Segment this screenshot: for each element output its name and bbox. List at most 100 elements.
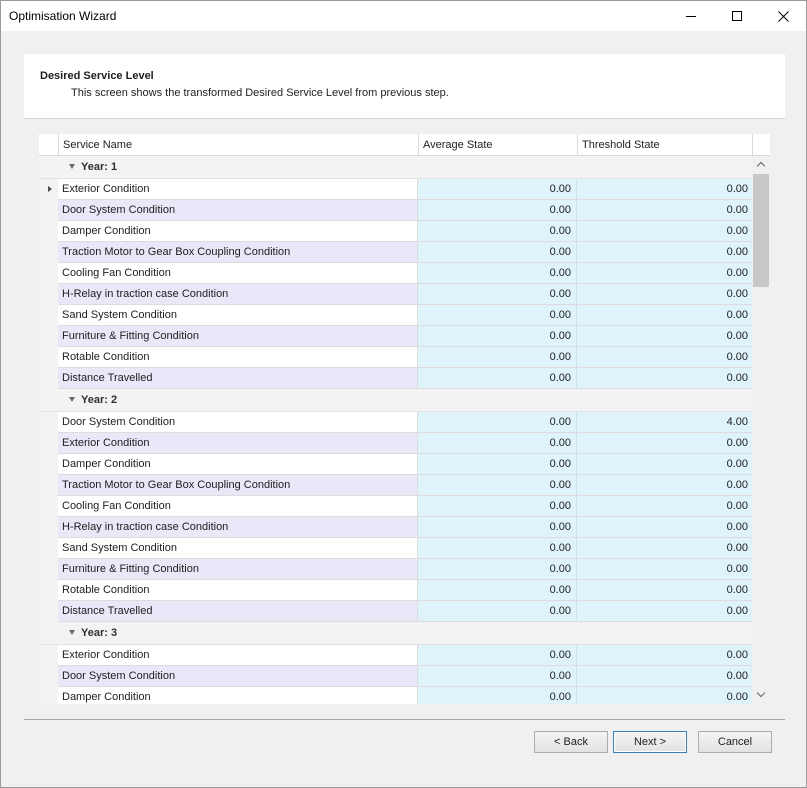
cell-threshold-state[interactable]: 0.00 — [577, 559, 752, 580]
cell-threshold-state[interactable]: 0.00 — [577, 580, 752, 601]
table-row[interactable]: Traction Motor to Gear Box Coupling Cond… — [39, 242, 752, 263]
cell-threshold-state[interactable]: 0.00 — [577, 496, 752, 517]
table-row[interactable]: H-Relay in traction case Condition 0.00 0.… — [39, 284, 752, 305]
row-indicator[interactable] — [39, 517, 58, 538]
scrollbar-thumb[interactable] — [753, 174, 769, 287]
cell-service-name[interactable]: Door System Condition — [58, 666, 418, 687]
table-row[interactable]: Exterior Condition 0.00 0.00 — [39, 645, 752, 666]
cell-average-state[interactable]: 0.00 — [418, 242, 577, 263]
table-row[interactable]: Door System Condition 0.00 0.00 — [39, 666, 752, 687]
cell-average-state[interactable]: 0.00 — [418, 200, 577, 221]
table-row[interactable]: Distance Travelled 0.00 0.00 — [39, 368, 752, 389]
cell-average-state[interactable]: 0.00 — [418, 347, 577, 368]
row-indicator[interactable] — [39, 412, 58, 433]
cell-average-state[interactable]: 0.00 — [418, 284, 577, 305]
cell-average-state[interactable]: 0.00 — [418, 559, 577, 580]
table-row[interactable]: Exterior Condition 0.00 0.00 — [39, 179, 752, 200]
cell-average-state[interactable]: 0.00 — [418, 326, 577, 347]
table-row[interactable]: Traction Motor to Gear Box Coupling Cond… — [39, 475, 752, 496]
cell-threshold-state[interactable]: 0.00 — [577, 200, 752, 221]
table-row[interactable]: Furniture & Fitting Condition 0.00 0.00 — [39, 326, 752, 347]
table-row[interactable]: H-Relay in traction case Condition 0.00 0.… — [39, 517, 752, 538]
cell-threshold-state[interactable]: 0.00 — [577, 305, 752, 326]
table-row[interactable]: Furniture & Fitting Condition 0.00 0.00 — [39, 559, 752, 580]
back-button[interactable]: < Back — [534, 731, 608, 753]
cell-threshold-state[interactable]: 4.00 — [577, 412, 752, 433]
cell-service-name[interactable]: Sand System Condition — [58, 538, 418, 559]
close-button[interactable] — [760, 1, 806, 31]
cell-threshold-state[interactable]: 0.00 — [577, 326, 752, 347]
cell-service-name[interactable]: Furniture & Fitting Condition — [58, 326, 418, 347]
cell-threshold-state[interactable]: 0.00 — [577, 538, 752, 559]
row-indicator[interactable] — [39, 433, 58, 454]
table-row[interactable]: Rotable Condition 0.00 0.00 — [39, 580, 752, 601]
table-row[interactable]: Damper Condition 0.00 0.00 — [39, 221, 752, 242]
cell-service-name[interactable]: Damper Condition — [58, 687, 418, 704]
cell-service-name[interactable]: Door System Condition — [58, 412, 418, 433]
cell-threshold-state[interactable]: 0.00 — [577, 284, 752, 305]
table-row[interactable]: Cooling Fan Condition 0.00 0.00 — [39, 263, 752, 284]
scroll-up-button[interactable] — [756, 159, 766, 170]
cell-threshold-state[interactable]: 0.00 — [577, 601, 752, 622]
cell-threshold-state[interactable]: 0.00 — [577, 242, 752, 263]
group-row-year[interactable]: Year: 3 — [39, 622, 752, 645]
cell-threshold-state[interactable]: 0.00 — [577, 645, 752, 666]
cell-service-name[interactable]: Exterior Condition — [58, 179, 418, 200]
row-indicator[interactable] — [39, 496, 58, 517]
cell-average-state[interactable]: 0.00 — [418, 433, 577, 454]
cell-average-state[interactable]: 0.00 — [418, 179, 577, 200]
cell-service-name[interactable]: Sand System Condition — [58, 305, 418, 326]
minimize-button[interactable] — [668, 1, 714, 31]
cell-service-name[interactable]: Cooling Fan Condition — [58, 496, 418, 517]
cell-service-name[interactable]: Traction Motor to Gear Box Coupling Cond… — [58, 242, 418, 263]
row-indicator[interactable] — [39, 368, 58, 389]
cell-service-name[interactable]: H-Relay in traction case Condition — [58, 517, 418, 538]
column-header-average-state[interactable]: Average State — [418, 134, 577, 156]
table-row[interactable]: Distance Travelled 0.00 0.00 — [39, 601, 752, 622]
cell-service-name[interactable]: H-Relay in traction case Condition — [58, 284, 418, 305]
cell-service-name[interactable]: Distance Travelled — [58, 601, 418, 622]
row-indicator[interactable] — [39, 347, 58, 368]
cell-average-state[interactable]: 0.00 — [418, 538, 577, 559]
cell-average-state[interactable]: 0.00 — [418, 221, 577, 242]
cell-service-name[interactable]: Damper Condition — [58, 454, 418, 475]
cell-threshold-state[interactable]: 0.00 — [577, 475, 752, 496]
cell-service-name[interactable]: Exterior Condition — [58, 645, 418, 666]
row-indicator[interactable] — [39, 454, 58, 475]
cell-threshold-state[interactable]: 0.00 — [577, 221, 752, 242]
vertical-scrollbar[interactable] — [752, 156, 770, 704]
row-indicator[interactable] — [39, 538, 58, 559]
row-indicator[interactable] — [39, 601, 58, 622]
row-indicator[interactable] — [39, 179, 58, 200]
cell-average-state[interactable]: 0.00 — [418, 263, 577, 284]
cell-threshold-state[interactable]: 0.00 — [577, 368, 752, 389]
table-row[interactable]: Door System Condition 0.00 4.00 — [39, 412, 752, 433]
scroll-down-button[interactable] — [756, 688, 766, 699]
table-row[interactable]: Damper Condition 0.00 0.00 — [39, 454, 752, 475]
table-row[interactable]: Sand System Condition 0.00 0.00 — [39, 538, 752, 559]
cell-average-state[interactable]: 0.00 — [418, 412, 577, 433]
cell-threshold-state[interactable]: 0.00 — [577, 433, 752, 454]
row-indicator[interactable] — [39, 580, 58, 601]
table-row[interactable]: Rotable Condition 0.00 0.00 — [39, 347, 752, 368]
row-indicator[interactable] — [39, 305, 58, 326]
table-row[interactable]: Sand System Condition 0.00 0.00 — [39, 305, 752, 326]
row-indicator[interactable] — [39, 645, 58, 666]
cell-average-state[interactable]: 0.00 — [418, 645, 577, 666]
table-row[interactable]: Cooling Fan Condition 0.00 0.00 — [39, 496, 752, 517]
cell-service-name[interactable]: Door System Condition — [58, 200, 418, 221]
row-indicator[interactable] — [39, 666, 58, 687]
cell-service-name[interactable]: Traction Motor to Gear Box Coupling Cond… — [58, 475, 418, 496]
cell-average-state[interactable]: 0.00 — [418, 305, 577, 326]
next-button[interactable]: Next > — [613, 731, 687, 753]
maximize-button[interactable] — [714, 1, 760, 31]
cell-threshold-state[interactable]: 0.00 — [577, 454, 752, 475]
row-indicator[interactable] — [39, 263, 58, 284]
group-row-year[interactable]: Year: 2 — [39, 389, 752, 412]
row-indicator[interactable] — [39, 475, 58, 496]
row-indicator[interactable] — [39, 221, 58, 242]
group-row-year[interactable]: Year: 1 — [39, 156, 752, 179]
cell-average-state[interactable]: 0.00 — [418, 475, 577, 496]
cell-service-name[interactable]: Damper Condition — [58, 221, 418, 242]
group-collapse-triangle-icon[interactable] — [69, 397, 75, 402]
